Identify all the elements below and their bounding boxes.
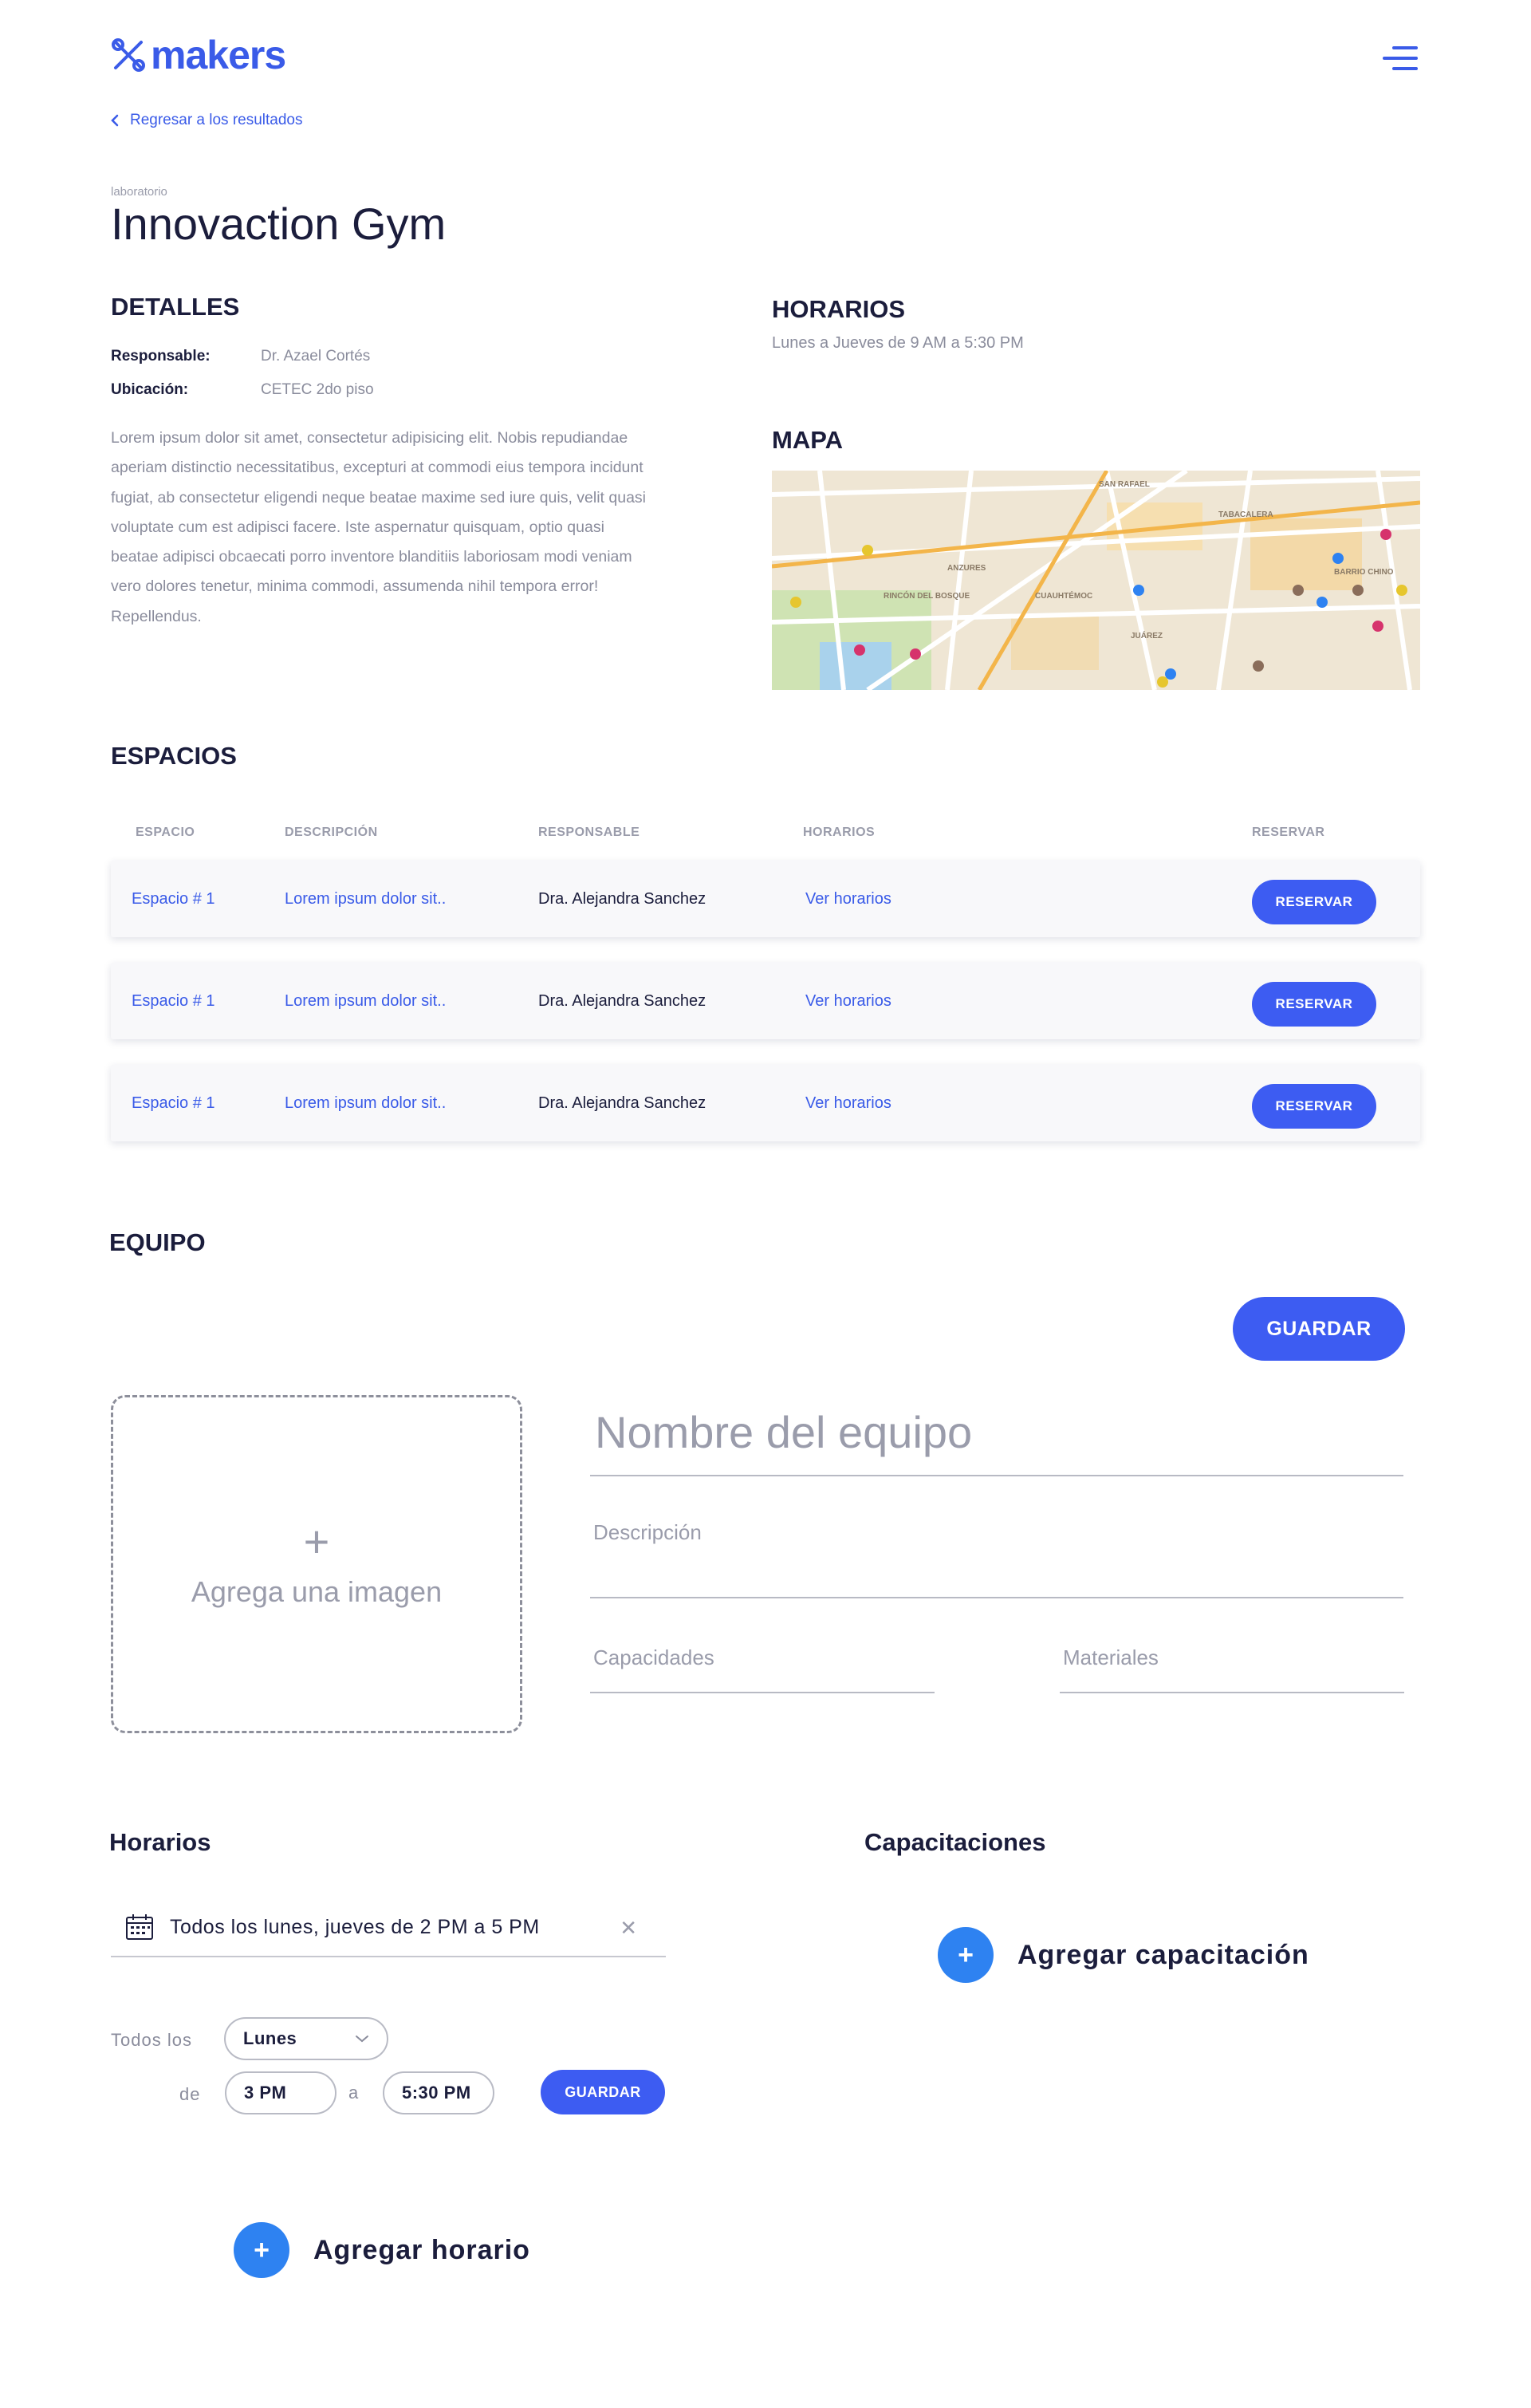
location-map[interactable]: SAN RAFAEL TABACALERA ANZURES RINCÓN DEL…: [772, 471, 1420, 690]
plus-icon: +: [938, 1927, 994, 1983]
view-hours-link[interactable]: Ver horarios: [805, 963, 891, 1039]
lab-description: Lorem ipsum dolor sit amet, consectetur …: [111, 429, 646, 625]
map-label: CUAUHTÉMOC: [1035, 590, 1092, 601]
add-schedule-button[interactable]: + Agregar horario: [234, 2222, 530, 2278]
ubicacion-value: CETEC 2do piso: [261, 381, 374, 398]
makers-logo[interactable]: makers: [111, 32, 286, 78]
calendar-icon: [126, 1914, 153, 1940]
image-dropzone[interactable]: + Agrega una imagen: [111, 1395, 522, 1733]
col-header-reservar: RESERVAR: [1252, 826, 1325, 839]
reserve-button[interactable]: RESERVAR: [1252, 982, 1376, 1027]
space-name-link[interactable]: Espacio # 1: [132, 1065, 215, 1141]
responsable-row: Responsable: Dr. Azael Cortés: [111, 348, 370, 365]
add-training-button[interactable]: + Agregar capacitación: [938, 1927, 1309, 1983]
space-description-link[interactable]: Lorem ipsum dolor sit..: [285, 1065, 446, 1141]
day-select[interactable]: Lunes: [224, 2017, 388, 2060]
day-select-value: Lunes: [243, 2028, 297, 2048]
back-link-label: Regresar a los resultados: [130, 112, 303, 128]
space-responsable: Dra. Alejandra Sanchez: [538, 889, 706, 908]
page-title: Innovaction Gym: [111, 199, 447, 249]
chevron-down-icon: [356, 2036, 368, 2043]
table-row: Espacio # 1 Lorem ipsum dolor sit.. Dra.…: [111, 963, 1420, 1039]
map-label: BARRIO CHINO: [1334, 568, 1394, 577]
trainings-heading: Capacitaciones: [864, 1828, 1046, 1856]
space-responsable: Dra. Alejandra Sanchez: [538, 1094, 706, 1112]
add-schedule-label: Agregar horario: [313, 2234, 530, 2265]
hours-heading: HORARIOS: [772, 295, 906, 323]
chevron-left-icon: [111, 114, 119, 127]
from-label: de: [179, 2084, 201, 2104]
equipment-heading: EQUIPO: [109, 1228, 206, 1256]
ubicacion-label: Ubicación:: [111, 381, 189, 398]
details-heading: DETALLES: [111, 293, 240, 321]
equipment-description-input[interactable]: Descripción: [590, 1520, 1403, 1598]
tools-icon: [112, 38, 145, 72]
equipment-materials-input[interactable]: Materiales: [1060, 1645, 1404, 1693]
map-label: TABACALERA: [1218, 510, 1273, 519]
map-label: JUÁREZ: [1131, 630, 1163, 640]
end-time-value: 5:30 PM: [402, 2083, 471, 2103]
equipment-name-input[interactable]: Nombre del equipo: [590, 1400, 1403, 1476]
schedules-heading: Horarios: [109, 1828, 211, 1856]
space-name-link[interactable]: Espacio # 1: [132, 861, 215, 937]
every-label: Todos los: [111, 2030, 192, 2050]
map-label: SAN RAFAEL: [1099, 480, 1150, 489]
table-row: Espacio # 1 Lorem ipsum dolor sit.. Dra.…: [111, 1065, 1420, 1141]
reserve-button[interactable]: RESERVAR: [1252, 1084, 1376, 1129]
save-schedule-button[interactable]: GUARDAR: [541, 2070, 665, 2114]
map-label: ANZURES: [947, 564, 986, 573]
hamburger-icon[interactable]: [1383, 45, 1418, 72]
end-time-input[interactable]: 5:30 PM: [383, 2071, 494, 2114]
space-name-link[interactable]: Espacio # 1: [132, 963, 215, 1039]
image-dropzone-label: Agrega una imagen: [191, 1575, 443, 1608]
plus-icon: +: [234, 2222, 289, 2278]
equipment-capacities-input[interactable]: Capacidades: [590, 1645, 935, 1693]
col-header-responsable: RESPONSABLE: [538, 826, 640, 839]
start-time-value: 3 PM: [244, 2083, 287, 2103]
plus-icon: +: [303, 1516, 330, 1567]
view-hours-link[interactable]: Ver horarios: [805, 861, 891, 937]
map-heading: MAPA: [772, 426, 843, 454]
remove-schedule-icon[interactable]: ✕: [620, 1916, 637, 1941]
schedule-entry: Todos los lunes, jueves de 2 PM a 5 PM ✕: [111, 1898, 666, 1957]
to-label: a: [348, 2083, 360, 2103]
space-description-link[interactable]: Lorem ipsum dolor sit..: [285, 861, 446, 937]
back-to-results-link[interactable]: Regresar a los resultados: [111, 112, 303, 129]
lab-category: laboratorio: [111, 185, 167, 199]
ubicacion-row: Ubicación: CETEC 2do piso: [111, 381, 374, 399]
schedule-entry-text: Todos los lunes, jueves de 2 PM a 5 PM: [170, 1915, 540, 1938]
save-equipment-button[interactable]: GUARDAR: [1233, 1297, 1405, 1361]
map-label: RINCÓN DEL BOSQUE: [884, 590, 970, 601]
col-header-espacio: ESPACIO: [136, 826, 195, 839]
responsable-value: Dr. Azael Cortés: [261, 348, 371, 365]
add-training-label: Agregar capacitación: [1017, 1939, 1309, 1970]
hours-text: Lunes a Jueves de 9 AM a 5:30 PM: [772, 334, 1024, 352]
col-header-horarios: HORARIOS: [803, 826, 876, 839]
brand-name: makers: [151, 33, 286, 77]
spaces-heading: ESPACIOS: [111, 742, 237, 770]
reserve-button[interactable]: RESERVAR: [1252, 880, 1376, 924]
col-header-descripcion: DESCRIPCIÓN: [285, 826, 378, 839]
start-time-input[interactable]: 3 PM: [225, 2071, 337, 2114]
space-responsable: Dra. Alejandra Sanchez: [538, 991, 706, 1010]
table-row: Espacio # 1 Lorem ipsum dolor sit.. Dra.…: [111, 861, 1420, 937]
responsable-label: Responsable:: [111, 348, 211, 365]
space-description-link[interactable]: Lorem ipsum dolor sit..: [285, 963, 446, 1039]
view-hours-link[interactable]: Ver horarios: [805, 1065, 891, 1141]
